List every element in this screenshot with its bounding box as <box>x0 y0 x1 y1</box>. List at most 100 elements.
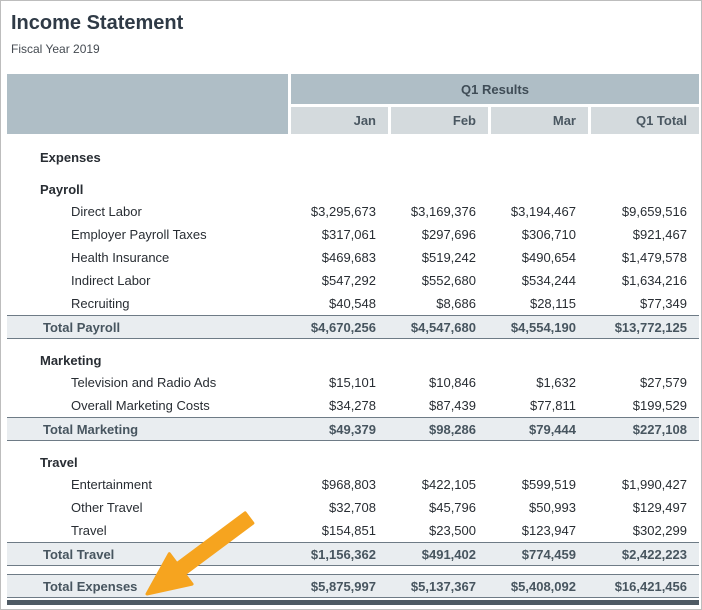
cell-value: $77,811 <box>488 398 588 413</box>
cell-value: $3,194,467 <box>488 204 588 219</box>
cell-value: $227,108 <box>588 422 699 437</box>
table-row-overall-marketing-costs: Overall Marketing Costs$34,278$87,439$77… <box>7 394 699 417</box>
cell-value: $469,683 <box>288 250 388 265</box>
cell-value: $1,156,362 <box>288 547 388 562</box>
total-label: Total Payroll <box>7 320 288 335</box>
section-label: Travel <box>7 455 288 470</box>
cell-value: $302,299 <box>588 523 699 538</box>
cell-value: $921,467 <box>588 227 699 242</box>
grand-total-row: Total Expenses$5,875,997$5,137,367$5,408… <box>7 574 699 598</box>
cell-value: $552,680 <box>388 273 488 288</box>
cell-value: $28,115 <box>488 296 588 311</box>
cell-value: $774,459 <box>488 547 588 562</box>
total-label: Total Marketing <box>7 422 288 437</box>
cell-value: $77,349 <box>588 296 699 311</box>
total-label: Total Travel <box>7 547 288 562</box>
cell-value: $87,439 <box>388 398 488 413</box>
table-row-television-and-radio-ads: Television and Radio Ads$15,101$10,846$1… <box>7 371 699 394</box>
grand-total-rule-bar <box>7 600 699 605</box>
cell-value: $519,242 <box>388 250 488 265</box>
cell-value: $3,295,673 <box>288 204 388 219</box>
cell-value: $49,379 <box>288 422 388 437</box>
cell-value: $4,670,256 <box>288 320 388 335</box>
table-header-right: Q1 Results JanFebMarQ1 Total <box>291 74 699 134</box>
column-header-mar: Mar <box>491 107 588 134</box>
section-header-row-marketing: Marketing <box>7 349 699 371</box>
cell-value: $154,851 <box>288 523 388 538</box>
column-header-row: JanFebMarQ1 Total <box>291 107 699 134</box>
row-label: Employer Payroll Taxes <box>7 227 288 242</box>
cell-value: $1,479,578 <box>588 250 699 265</box>
table-row-employer-payroll-taxes: Employer Payroll Taxes$317,061$297,696$3… <box>7 223 699 246</box>
report-page: Income Statement Fiscal Year 2019 Q1 Res… <box>0 0 702 610</box>
column-header-jan: Jan <box>291 107 388 134</box>
row-label: Overall Marketing Costs <box>7 398 288 413</box>
total-row-total-marketing: Total Marketing$49,379$98,286$79,444$227… <box>7 417 699 441</box>
table-row-entertainment: Entertainment$968,803$422,105$599,519$1,… <box>7 473 699 496</box>
table-row-health-insurance: Health Insurance$469,683$519,242$490,654… <box>7 246 699 269</box>
cell-value: $8,686 <box>388 296 488 311</box>
section-label: Payroll <box>7 182 288 197</box>
row-label: Recruiting <box>7 296 288 311</box>
section-header-row-payroll: Payroll <box>7 178 699 200</box>
cell-value: $2,422,223 <box>588 547 699 562</box>
row-label: Direct Labor <box>7 204 288 219</box>
cell-value: $129,497 <box>588 500 699 515</box>
table-row-travel: Travel$154,851$23,500$123,947$302,299 <box>7 519 699 542</box>
row-label: Other Travel <box>7 500 288 515</box>
column-header-feb: Feb <box>391 107 488 134</box>
cell-value: $297,696 <box>388 227 488 242</box>
cell-value: $547,292 <box>288 273 388 288</box>
cell-value: $45,796 <box>388 500 488 515</box>
cell-value: $98,286 <box>388 422 488 437</box>
cell-value: $4,554,190 <box>488 320 588 335</box>
cell-value: $34,278 <box>288 398 388 413</box>
cell-value: $599,519 <box>488 477 588 492</box>
cell-value: $534,244 <box>488 273 588 288</box>
report-header: Income Statement Fiscal Year 2019 <box>1 1 701 57</box>
row-label: Health Insurance <box>7 250 288 265</box>
total-label: Total Expenses <box>7 579 288 594</box>
cell-value: $3,169,376 <box>388 204 488 219</box>
cell-value: $123,947 <box>488 523 588 538</box>
cell-value: $50,993 <box>488 500 588 515</box>
cell-value: $1,632 <box>488 375 588 390</box>
cell-value: $16,421,456 <box>588 579 699 594</box>
total-row-total-travel: Total Travel$1,156,362$491,402$774,459$2… <box>7 542 699 566</box>
cell-value: $968,803 <box>288 477 388 492</box>
cell-value: $10,846 <box>388 375 488 390</box>
table-row-other-travel: Other Travel$32,708$45,796$50,993$129,49… <box>7 496 699 519</box>
column-header-q1-total: Q1 Total <box>591 107 699 134</box>
row-label: Entertainment <box>7 477 288 492</box>
cell-value: $15,101 <box>288 375 388 390</box>
page-subtitle: Fiscal Year 2019 <box>11 41 701 57</box>
cell-value: $9,659,516 <box>588 204 699 219</box>
income-statement-table: Q1 Results JanFebMarQ1 Total Expenses Pay… <box>7 74 699 598</box>
cell-value: $13,772,125 <box>588 320 699 335</box>
expenses-header-row: Expenses <box>7 146 699 168</box>
table-header: Q1 Results JanFebMarQ1 Total <box>7 74 699 134</box>
section-header-row-travel: Travel <box>7 451 699 473</box>
cell-value: $199,529 <box>588 398 699 413</box>
cell-value: $422,105 <box>388 477 488 492</box>
cell-value: $5,137,367 <box>388 579 488 594</box>
cell-value: $317,061 <box>288 227 388 242</box>
cell-value: $491,402 <box>388 547 488 562</box>
cell-value: $40,548 <box>288 296 388 311</box>
cell-value: $32,708 <box>288 500 388 515</box>
row-label: Television and Radio Ads <box>7 375 288 390</box>
cell-value: $5,875,997 <box>288 579 388 594</box>
total-row-total-payroll: Total Payroll$4,670,256$4,547,680$4,554,… <box>7 315 699 339</box>
q1-results-group-header: Q1 Results <box>291 74 699 104</box>
cell-value: $5,408,092 <box>488 579 588 594</box>
cell-value: $27,579 <box>588 375 699 390</box>
cell-value: $490,654 <box>488 250 588 265</box>
table-corner-header <box>7 74 288 134</box>
page-title: Income Statement <box>11 10 701 36</box>
cell-value: $306,710 <box>488 227 588 242</box>
cell-value: $79,444 <box>488 422 588 437</box>
cell-value: $4,547,680 <box>388 320 488 335</box>
table-row-recruiting: Recruiting$40,548$8,686$28,115$77,349 <box>7 292 699 315</box>
table-body: ExpensesPayrollDirect Labor$3,295,673$3,… <box>7 146 699 598</box>
cell-value: $1,634,216 <box>588 273 699 288</box>
